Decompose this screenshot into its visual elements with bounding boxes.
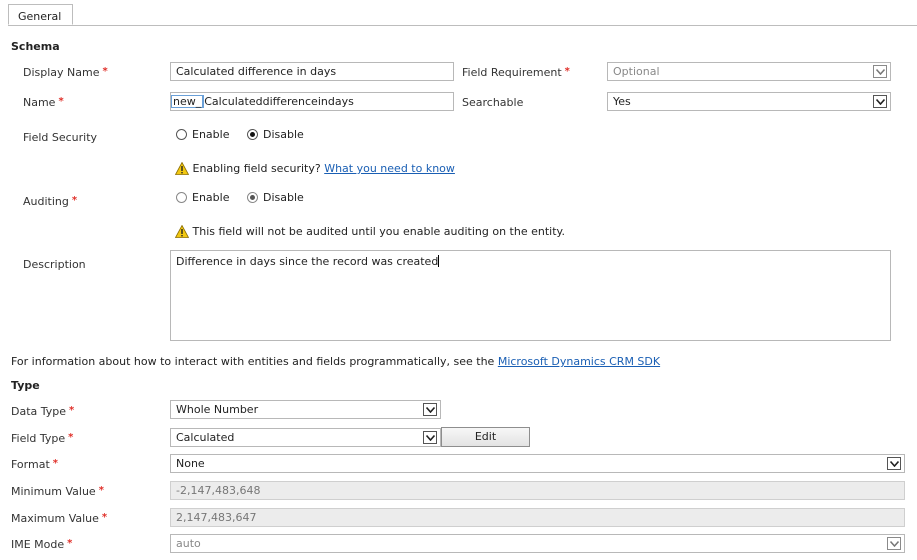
minimum-value-input[interactable]: -2,147,483,648 bbox=[170, 481, 905, 500]
field-security-options: Enable Disable bbox=[176, 128, 318, 141]
auditing-enable-label: Enable bbox=[192, 191, 230, 204]
chevron-down-icon[interactable] bbox=[873, 95, 887, 108]
chevron-down-icon[interactable] bbox=[887, 457, 901, 470]
sdk-note-text: For information about how to interact wi… bbox=[11, 355, 495, 368]
required-marker: * bbox=[71, 195, 78, 206]
name-prefix: new_ bbox=[171, 95, 205, 108]
data-type-value: Whole Number bbox=[176, 403, 259, 416]
tab-general[interactable]: General bbox=[8, 4, 73, 25]
name-value: Calculateddifferenceindays bbox=[204, 95, 354, 108]
required-marker: * bbox=[58, 96, 64, 107]
tab-strip-line bbox=[8, 25, 917, 26]
auditing-warning-text: This field will not be audited until you… bbox=[192, 225, 565, 238]
what-you-need-to-know-link[interactable]: What you need to know bbox=[324, 162, 455, 175]
edit-button[interactable]: Edit bbox=[441, 427, 530, 447]
description-textarea[interactable]: Difference in days since the record was … bbox=[170, 250, 891, 341]
chevron-down-icon[interactable] bbox=[423, 403, 437, 416]
chevron-down-icon[interactable] bbox=[423, 431, 437, 444]
field-security-warning: Enabling field security? What you need t… bbox=[174, 161, 455, 175]
crm-sdk-link[interactable]: Microsoft Dynamics CRM SDK bbox=[498, 355, 660, 368]
required-marker: * bbox=[69, 405, 75, 416]
field-requirement-label: Field Requirement * bbox=[462, 66, 570, 79]
required-marker: * bbox=[102, 66, 108, 77]
auditing-disable-label: Disable bbox=[262, 191, 304, 204]
required-marker: * bbox=[101, 512, 108, 523]
minimum-value-label: Minimum Value * bbox=[11, 485, 104, 498]
data-type-select[interactable]: Whole Number bbox=[170, 400, 441, 419]
required-marker: * bbox=[564, 66, 570, 77]
auditing-options: Enable Disable bbox=[176, 191, 318, 204]
description-label: Description bbox=[23, 258, 86, 271]
field-requirement-value: Optional bbox=[613, 65, 660, 78]
ime-mode-value: auto bbox=[176, 537, 201, 550]
format-label: Format * bbox=[11, 458, 58, 471]
field-security-label: Field Security bbox=[23, 131, 98, 144]
field-security-enable-radio[interactable] bbox=[176, 129, 187, 140]
field-security-enable-label: Enable bbox=[192, 128, 230, 141]
name-label: Name * bbox=[23, 96, 64, 109]
display-name-label: Display Name * bbox=[23, 66, 108, 79]
text-caret bbox=[438, 255, 440, 267]
searchable-label: Searchable bbox=[462, 96, 524, 109]
field-security-disable-radio[interactable] bbox=[246, 129, 258, 140]
required-marker: * bbox=[52, 458, 58, 469]
auditing-enable-radio[interactable] bbox=[176, 192, 187, 203]
searchable-value: Yes bbox=[613, 95, 631, 108]
name-input[interactable]: new_ Calculateddifferenceindays bbox=[170, 92, 454, 111]
field-requirement-select[interactable]: Optional bbox=[607, 62, 891, 81]
required-marker: * bbox=[98, 485, 104, 496]
required-marker: * bbox=[68, 432, 74, 443]
required-marker: * bbox=[67, 538, 73, 549]
description-value: Difference in days since the record was … bbox=[176, 255, 439, 268]
ime-mode-label: IME Mode * bbox=[11, 538, 73, 551]
format-select[interactable]: None bbox=[170, 454, 905, 473]
maximum-value-input[interactable]: 2,147,483,647 bbox=[170, 508, 905, 527]
auditing-label: Auditing * bbox=[23, 195, 78, 208]
chevron-down-icon[interactable] bbox=[887, 537, 901, 550]
section-type-heading: Type bbox=[11, 379, 40, 392]
maximum-value-label: Maximum Value * bbox=[11, 512, 108, 525]
field-security-disable-label: Disable bbox=[262, 128, 304, 141]
format-value: None bbox=[176, 457, 205, 470]
sdk-note: For information about how to interact wi… bbox=[11, 355, 660, 368]
ime-mode-select[interactable]: auto bbox=[170, 534, 905, 553]
field-security-warning-text: Enabling field security? bbox=[192, 162, 321, 175]
auditing-disable-radio[interactable] bbox=[246, 192, 258, 203]
searchable-select[interactable]: Yes bbox=[607, 92, 891, 111]
warning-icon bbox=[174, 161, 190, 175]
display-name-input[interactable]: Calculated difference in days bbox=[170, 62, 454, 81]
field-type-label: Field Type * bbox=[11, 432, 74, 445]
field-type-select[interactable]: Calculated bbox=[170, 428, 441, 447]
data-type-label: Data Type * bbox=[11, 405, 75, 418]
warning-icon bbox=[174, 224, 190, 238]
chevron-down-icon[interactable] bbox=[873, 65, 887, 78]
field-type-value: Calculated bbox=[176, 431, 235, 444]
section-schema-heading: Schema bbox=[11, 40, 60, 53]
auditing-warning: This field will not be audited until you… bbox=[174, 224, 565, 238]
